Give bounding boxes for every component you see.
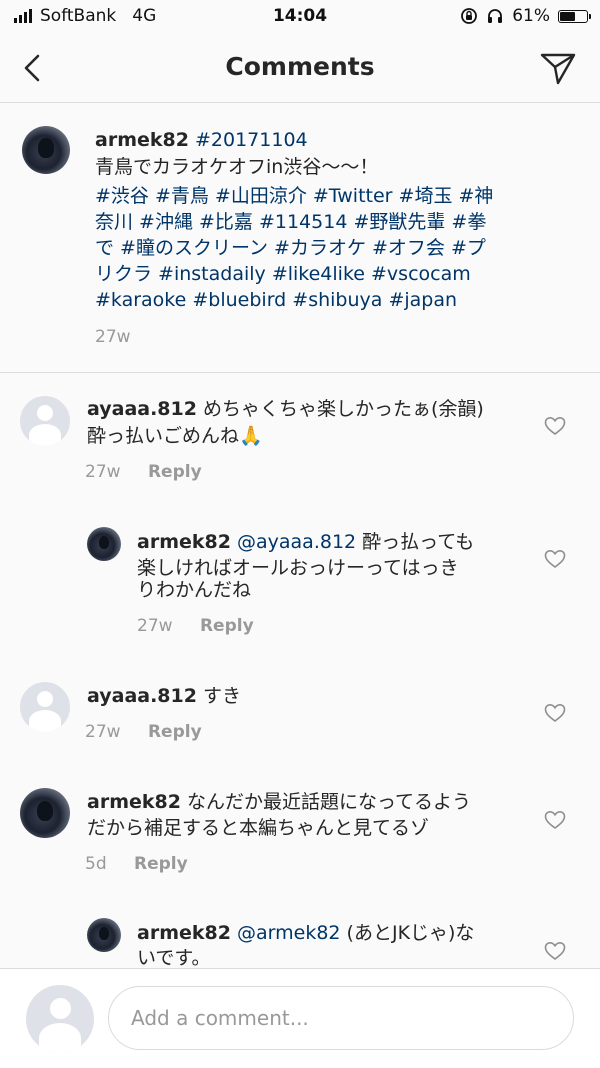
comment-text: なんだか最近話題になってるよう — [187, 791, 472, 813]
heart-icon[interactable] — [544, 549, 566, 569]
comment-body: ayaaa.812 めちゃくちゃ楽しかったぁ(余韻) — [87, 396, 484, 422]
orientation-lock-icon — [461, 8, 478, 24]
comment-timestamp: 27w — [137, 616, 173, 636]
comment-username[interactable]: armek82 — [87, 791, 181, 813]
comment-meta: 27w Reply — [85, 722, 202, 742]
comment-timestamp: 5d — [85, 854, 107, 874]
caption-avatar[interactable] — [22, 126, 70, 174]
comment-input[interactable]: Add a comment... — [108, 986, 574, 1050]
comment-body: armek82 @ayaaa.812 酔っ払っても — [137, 529, 474, 555]
comment-meta: 27w Reply — [137, 616, 254, 636]
comment-text: りわかんだね — [137, 579, 252, 601]
reply-button[interactable]: Reply — [148, 462, 202, 482]
battery-percent: 61% — [512, 6, 550, 26]
reply-button[interactable]: Reply — [200, 616, 254, 636]
heart-icon[interactable] — [544, 941, 566, 961]
comment-composer: Add a comment... — [0, 968, 600, 1068]
header-bar: Comments — [0, 34, 600, 103]
comment-meta: 5d Reply — [85, 854, 188, 874]
caption-hashtag-line[interactable]: 奈川 #沖縄 #比嘉 #114514 #野獣先輩 #拳 — [95, 209, 486, 235]
comment-avatar[interactable] — [20, 396, 70, 446]
comment-username[interactable]: armek82 — [137, 922, 231, 944]
caption-header: armek82 #20171104 — [95, 127, 308, 153]
comment-text: 酔っ払いごめんね🙏 — [87, 425, 263, 447]
comment-text: すき — [203, 685, 242, 707]
comment-username[interactable]: ayaaa.812 — [87, 398, 197, 420]
comment-text: だから補足すると本編ちゃんと見てるゾ — [87, 817, 430, 839]
comment-timestamp: 27w — [85, 722, 121, 742]
own-avatar — [26, 985, 94, 1053]
comment-username[interactable]: ayaaa.812 — [87, 685, 197, 707]
comment-mention[interactable]: @ayaaa.812 — [237, 531, 356, 553]
comment-meta: 27w Reply — [85, 462, 202, 482]
caption-hashtag-line[interactable]: リクラ #instadaily #like4like #vscocam — [95, 261, 471, 287]
page-title: Comments — [225, 52, 375, 81]
comment-mention[interactable]: @armek82 — [237, 922, 341, 944]
comment-avatar[interactable] — [20, 788, 70, 838]
comment-body: armek82 @armek82 (あとJKじゃ)な — [137, 920, 474, 946]
paper-plane-icon[interactable] — [538, 48, 578, 88]
battery-icon — [558, 9, 591, 23]
status-bar: SoftBank 4G 14:04 61% — [0, 0, 600, 34]
caption-hashtag-line[interactable]: #渋谷 #青鳥 #山田涼介 #Twitter #埼玉 #神 — [95, 183, 493, 209]
heart-icon[interactable] — [544, 703, 566, 723]
comment-text: (あとJKじゃ)な — [346, 922, 475, 944]
comment-input-placeholder: Add a comment... — [131, 1006, 309, 1030]
headphones-icon — [488, 9, 503, 23]
caption-username[interactable]: armek82 — [95, 129, 189, 151]
comment-body: armek82 なんだか最近話題になってるよう — [87, 789, 471, 815]
comment-timestamp: 27w — [85, 462, 121, 482]
reply-avatar[interactable] — [87, 918, 121, 952]
caption-divider — [0, 372, 600, 373]
caption-hashtag-line[interactable]: で #瞳のスクリーン #カラオケ #オフ会 #プ — [95, 235, 486, 261]
comment-username[interactable]: armek82 — [137, 531, 231, 553]
caption-timestamp: 27w — [95, 327, 131, 347]
reply-avatar[interactable] — [87, 527, 121, 561]
caption-hashtag-line[interactable]: #karaoke #bluebird #shibuya #japan — [95, 287, 457, 313]
comment-body: ayaaa.812 すき — [87, 683, 241, 709]
comment-avatar[interactable] — [20, 682, 70, 732]
comment-text: 酔っ払っても — [362, 531, 475, 553]
caption-hashtag[interactable]: #20171104 — [195, 129, 308, 151]
reply-button[interactable]: Reply — [134, 854, 188, 874]
heart-icon[interactable] — [544, 416, 566, 436]
comment-text: めちゃくちゃ楽しかったぁ(余韻) — [203, 398, 484, 420]
caption-text: 青鳥でカラオケオフin渋谷〜〜！ — [95, 156, 379, 178]
reply-button[interactable]: Reply — [148, 722, 202, 742]
heart-icon[interactable] — [544, 810, 566, 830]
